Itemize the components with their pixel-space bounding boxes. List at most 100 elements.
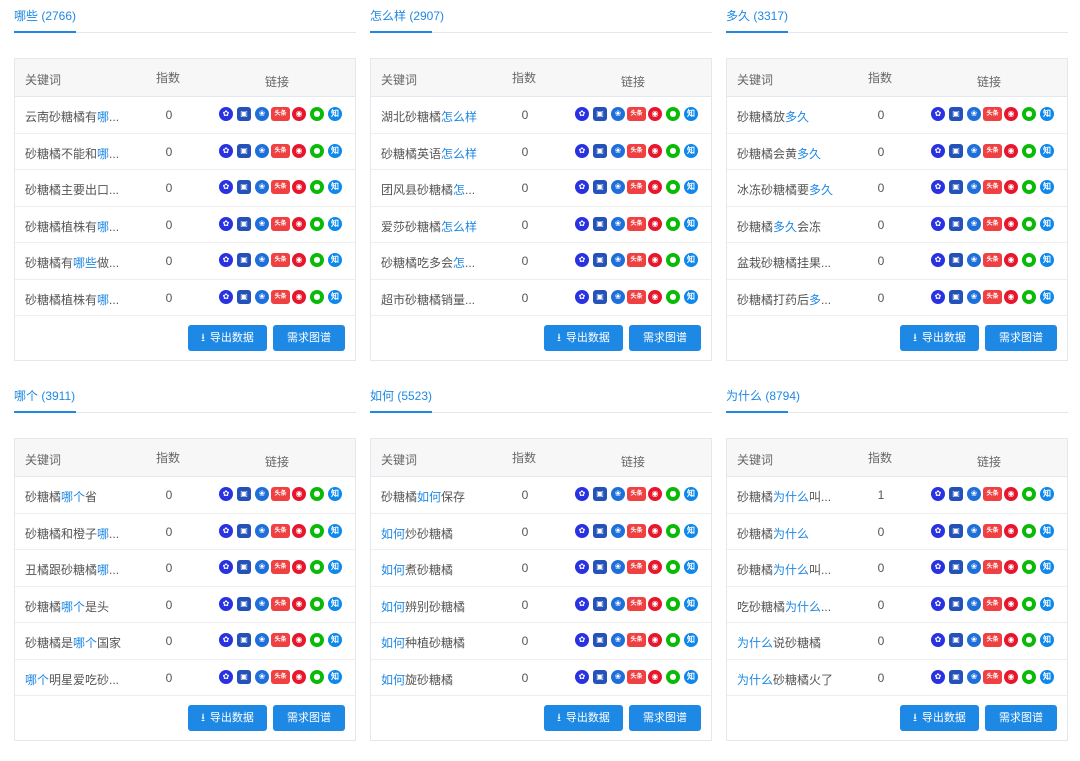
weibo-icon[interactable]: ◉ (292, 143, 306, 158)
so360-icon[interactable]: ❀ (967, 487, 981, 501)
weibo-icon[interactable]: ◉ (292, 487, 306, 501)
sogou-icon[interactable]: ▣ (593, 633, 607, 647)
so360-icon[interactable]: ❀ (967, 180, 981, 194)
weibo-icon[interactable]: ◉ (1004, 669, 1018, 684)
wechat-icon[interactable]: ● (666, 596, 680, 611)
weibo-icon[interactable]: ◉ (1004, 180, 1018, 194)
baidu-icon[interactable]: ✿ (575, 107, 589, 121)
weibo-icon[interactable]: ◉ (292, 289, 306, 304)
baidu-icon[interactable]: ✿ (575, 253, 589, 267)
keyword-link[interactable]: 砂糖橘有哪些做... (25, 254, 125, 271)
so360-icon[interactable]: ❀ (255, 107, 269, 121)
panel-tab[interactable]: 怎么样 (2907) (370, 7, 444, 24)
toutiao-icon[interactable]: 头条 (983, 289, 1002, 304)
so360-icon[interactable]: ❀ (611, 289, 625, 304)
zhihu-icon[interactable]: 知 (1040, 669, 1054, 684)
baidu-icon[interactable]: ✿ (219, 487, 233, 501)
toutiao-icon[interactable]: 头条 (983, 107, 1002, 121)
keyword-link[interactable]: 砂糖橘为什么 (737, 525, 837, 542)
sogou-icon[interactable]: ▣ (237, 560, 251, 574)
sogou-icon[interactable]: ▣ (593, 253, 607, 267)
zhihu-icon[interactable]: 知 (1040, 180, 1054, 194)
weibo-icon[interactable]: ◉ (648, 253, 662, 267)
panel-tab[interactable]: 如何 (5523) (370, 387, 432, 404)
so360-icon[interactable]: ❀ (255, 669, 269, 684)
so360-icon[interactable]: ❀ (255, 523, 269, 538)
weibo-icon[interactable]: ◉ (648, 487, 662, 501)
demand-graph-button[interactable]: 需求图谱 (985, 705, 1057, 731)
wechat-icon[interactable]: ● (310, 180, 324, 194)
wechat-icon[interactable]: ● (310, 669, 324, 684)
sogou-icon[interactable]: ▣ (949, 289, 963, 304)
keyword-link[interactable]: 砂糖橘植株有哪... (25, 291, 125, 308)
so360-icon[interactable]: ❀ (255, 487, 269, 501)
sogou-icon[interactable]: ▣ (949, 633, 963, 647)
wechat-icon[interactable]: ● (1022, 289, 1036, 304)
toutiao-icon[interactable]: 头条 (271, 180, 290, 194)
baidu-icon[interactable]: ✿ (931, 523, 945, 538)
zhihu-icon[interactable]: 知 (1040, 487, 1054, 501)
demand-graph-button[interactable]: 需求图谱 (273, 325, 345, 351)
baidu-icon[interactable]: ✿ (931, 216, 945, 231)
baidu-icon[interactable]: ✿ (219, 143, 233, 158)
baidu-icon[interactable]: ✿ (575, 669, 589, 684)
sogou-icon[interactable]: ▣ (949, 216, 963, 231)
wechat-icon[interactable]: ● (666, 560, 680, 574)
wechat-icon[interactable]: ● (310, 633, 324, 647)
toutiao-icon[interactable]: 头条 (627, 633, 646, 647)
toutiao-icon[interactable]: 头条 (983, 560, 1002, 574)
keyword-link[interactable]: 超市砂糖橘销量... (381, 291, 481, 308)
weibo-icon[interactable]: ◉ (292, 107, 306, 121)
toutiao-icon[interactable]: 头条 (271, 669, 290, 684)
weibo-icon[interactable]: ◉ (1004, 216, 1018, 231)
baidu-icon[interactable]: ✿ (931, 253, 945, 267)
toutiao-icon[interactable]: 头条 (627, 596, 646, 611)
keyword-link[interactable]: 爱莎砂糖橘怎么样 (381, 218, 481, 235)
weibo-icon[interactable]: ◉ (648, 560, 662, 574)
so360-icon[interactable]: ❀ (611, 560, 625, 574)
zhihu-icon[interactable]: 知 (328, 180, 342, 194)
so360-icon[interactable]: ❀ (611, 633, 625, 647)
sogou-icon[interactable]: ▣ (237, 216, 251, 231)
demand-graph-button[interactable]: 需求图谱 (985, 325, 1057, 351)
wechat-icon[interactable]: ● (310, 216, 324, 231)
export-data-button[interactable]: ⭳ 导出数据 (188, 705, 267, 731)
wechat-icon[interactable]: ● (1022, 253, 1036, 267)
weibo-icon[interactable]: ◉ (648, 180, 662, 194)
wechat-icon[interactable]: ● (310, 107, 324, 121)
wechat-icon[interactable]: ● (310, 596, 324, 611)
baidu-icon[interactable]: ✿ (931, 143, 945, 158)
baidu-icon[interactable]: ✿ (931, 180, 945, 194)
keyword-link[interactable]: 如何炒砂糖橘 (381, 525, 481, 542)
toutiao-icon[interactable]: 头条 (983, 487, 1002, 501)
so360-icon[interactable]: ❀ (611, 180, 625, 194)
so360-icon[interactable]: ❀ (967, 216, 981, 231)
sogou-icon[interactable]: ▣ (593, 107, 607, 121)
sogou-icon[interactable]: ▣ (237, 523, 251, 538)
toutiao-icon[interactable]: 头条 (983, 633, 1002, 647)
demand-graph-button[interactable]: 需求图谱 (629, 705, 701, 731)
keyword-link[interactable]: 砂糖橘主要出口... (25, 181, 125, 198)
weibo-icon[interactable]: ◉ (292, 669, 306, 684)
sogou-icon[interactable]: ▣ (593, 180, 607, 194)
keyword-link[interactable]: 吃砂糖橘为什么... (737, 598, 837, 615)
keyword-link[interactable]: 砂糖橘打药后多... (737, 291, 837, 308)
baidu-icon[interactable]: ✿ (219, 107, 233, 121)
so360-icon[interactable]: ❀ (611, 596, 625, 611)
toutiao-icon[interactable]: 头条 (271, 633, 290, 647)
export-data-button[interactable]: ⭳ 导出数据 (188, 325, 267, 351)
sogou-icon[interactable]: ▣ (949, 253, 963, 267)
export-data-button[interactable]: ⭳ 导出数据 (544, 705, 623, 731)
toutiao-icon[interactable]: 头条 (983, 669, 1002, 684)
wechat-icon[interactable]: ● (310, 560, 324, 574)
zhihu-icon[interactable]: 知 (328, 523, 342, 538)
baidu-icon[interactable]: ✿ (931, 633, 945, 647)
zhihu-icon[interactable]: 知 (328, 216, 342, 231)
sogou-icon[interactable]: ▣ (237, 143, 251, 158)
sogou-icon[interactable]: ▣ (949, 560, 963, 574)
zhihu-icon[interactable]: 知 (1040, 253, 1054, 267)
zhihu-icon[interactable]: 知 (1040, 107, 1054, 121)
zhihu-icon[interactable]: 知 (684, 560, 698, 574)
zhihu-icon[interactable]: 知 (328, 487, 342, 501)
keyword-link[interactable]: 砂糖橘放多久 (737, 108, 837, 125)
